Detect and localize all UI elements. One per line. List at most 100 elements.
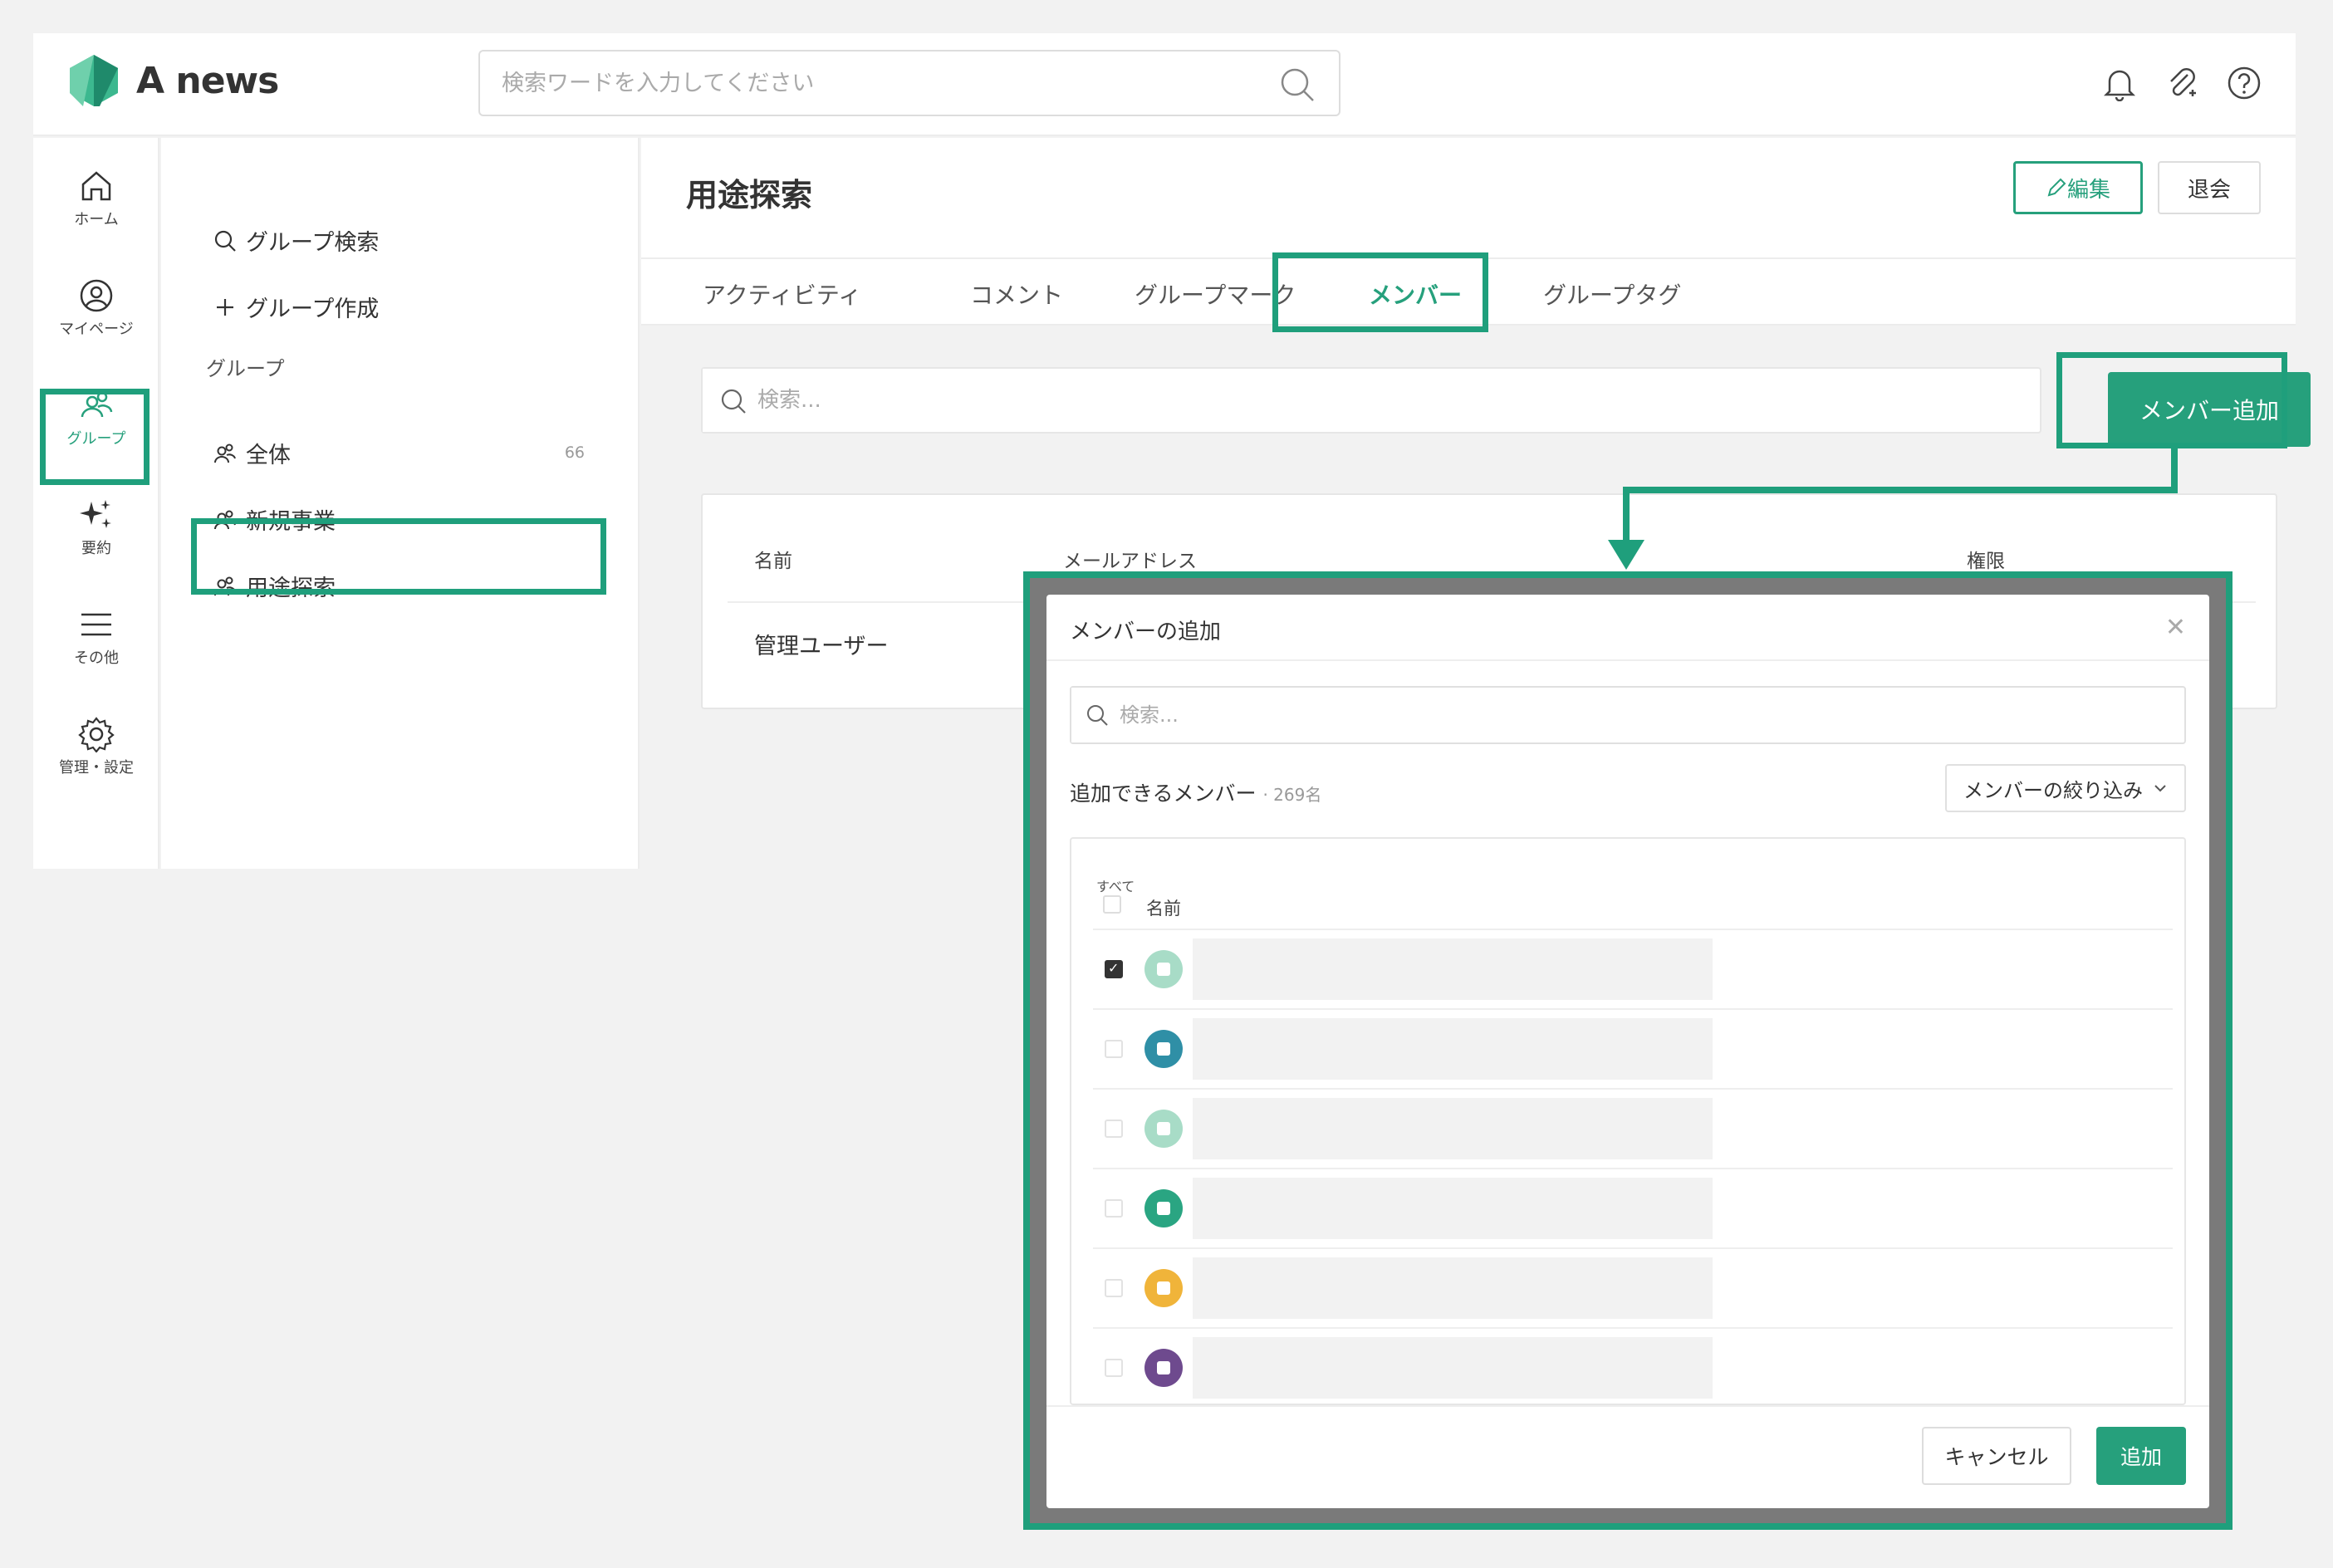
connector-line (1623, 487, 2178, 493)
group-create-link[interactable]: グループ作成 (213, 291, 379, 323)
group-icon (214, 443, 236, 463)
member-checkbox[interactable] (1105, 1199, 1123, 1218)
group-create-label: グループ作成 (246, 296, 380, 322)
list-item[interactable] (1093, 1008, 2173, 1088)
sidebar-group-label: 全体 (246, 443, 291, 468)
rail-label: マイページ (59, 321, 134, 338)
pencil-icon (2047, 178, 2066, 197)
modal-title: メンバーの追加 (1070, 620, 1222, 644)
column-header-email: メールアドレス (1063, 551, 1197, 572)
modal-search-input[interactable] (1071, 688, 2068, 742)
connector-line (2171, 448, 2178, 492)
plus-icon (217, 298, 233, 316)
sparkle-icon (80, 500, 111, 528)
member-name-placeholder (1193, 1178, 1713, 1239)
list-item[interactable] (1093, 1168, 2173, 1247)
modal-search (1070, 686, 2186, 744)
available-count: · 269名 (1262, 785, 1322, 805)
column-header-name: 名前 (754, 551, 792, 572)
user-circle-icon (80, 279, 113, 312)
member-checkbox[interactable] (1105, 960, 1123, 978)
member-name-placeholder (1193, 1098, 1713, 1159)
member-search (701, 367, 2041, 434)
add-button[interactable]: 追加 (2096, 1427, 2186, 1485)
connector-line (1623, 487, 1630, 545)
help-icon[interactable] (2226, 65, 2262, 105)
column-header-role: 権限 (1967, 551, 2005, 572)
member-name-placeholder (1193, 1018, 1713, 1080)
member-filter-dropdown[interactable]: メンバーの絞り込み (1945, 764, 2186, 812)
cancel-button[interactable]: キャンセル (1922, 1427, 2071, 1485)
sidebar-group-all[interactable]: 全体 (213, 437, 588, 469)
attachment-icon[interactable] (2164, 65, 2198, 105)
edit-label: 編集 (2066, 177, 2110, 203)
group-header: 用途探索 編集 退会 (641, 138, 2296, 257)
avatar (1144, 1030, 1183, 1068)
member-checkbox[interactable] (1105, 1279, 1123, 1297)
list-item[interactable] (1093, 1088, 2173, 1168)
bell-icon[interactable] (2103, 65, 2136, 105)
logo-icon (70, 55, 118, 106)
top-bar: A news (33, 33, 2296, 136)
chevron-down-icon (2154, 785, 2166, 792)
highlight-sidebar-group (191, 518, 606, 595)
rail-item-mypage[interactable]: マイページ (33, 262, 159, 354)
list-item[interactable] (1093, 929, 2173, 1008)
member-checkbox[interactable] (1105, 1359, 1123, 1377)
avatar (1144, 950, 1183, 988)
modal-divider (1046, 659, 2209, 661)
rail-item-other[interactable]: その他 (33, 591, 159, 683)
tab-comment[interactable]: コメント (970, 277, 1063, 311)
menu-icon (81, 613, 111, 636)
highlight-rail-group (40, 389, 149, 485)
member-checkbox[interactable] (1105, 1040, 1123, 1058)
member-search-input[interactable] (703, 369, 1865, 432)
search-icon (719, 387, 747, 419)
edit-button[interactable]: 編集 (2013, 161, 2143, 214)
member-list: すべて 名前 (1070, 837, 2186, 1405)
avatar (1144, 1349, 1183, 1387)
tab-group-tag[interactable]: グループタグ (1543, 277, 1681, 311)
avatar (1144, 1189, 1183, 1227)
group-search-label: グループ検索 (246, 230, 380, 256)
member-name: 管理ユーザー (754, 634, 889, 659)
member-name-placeholder (1193, 1257, 1713, 1319)
app-logo[interactable]: A news (66, 53, 279, 108)
list-item[interactable] (1093, 1327, 2173, 1404)
gear-icon (78, 717, 115, 752)
global-search-input[interactable] (480, 51, 1228, 115)
close-icon[interactable]: ✕ (2165, 613, 2186, 642)
list-item[interactable] (1093, 1247, 2173, 1327)
leave-button[interactable]: 退会 (2158, 161, 2261, 214)
group-search-link[interactable]: グループ検索 (213, 224, 379, 257)
tab-activity[interactable]: アクティビティ (703, 277, 861, 311)
avatar (1144, 1269, 1183, 1307)
nav-rail: ホーム マイページ グループ 要約 その他 管理・設定 (33, 138, 159, 869)
app-name: A news (136, 59, 279, 102)
global-search (478, 50, 1340, 116)
rail-item-summary[interactable]: 要約 (33, 482, 159, 573)
member-checkbox[interactable] (1105, 1120, 1123, 1138)
available-members-label: 追加できるメンバー · 269名 (1070, 777, 1321, 807)
name-column-header: 名前 (1146, 899, 1181, 919)
available-label: 追加できるメンバー (1070, 782, 1257, 806)
highlight-add-member (2056, 352, 2287, 448)
highlight-members-tab (1272, 252, 1488, 332)
member-name-placeholder (1193, 1337, 1713, 1399)
rail-item-home[interactable]: ホーム (33, 153, 159, 244)
top-icons (2103, 65, 2262, 105)
search-icon[interactable] (1279, 66, 1316, 106)
member-name-placeholder (1193, 938, 1713, 1000)
arrow-down-icon (1608, 540, 1644, 570)
group-sidebar: グループ検索 グループ作成 グループ 全体 66 新規事業 用途探索 (161, 138, 640, 869)
rail-label: 管理・設定 (59, 759, 134, 777)
add-member-modal: メンバーの追加 ✕ 追加できるメンバー · 269名 メンバーの絞り込み すべて… (1046, 595, 2209, 1508)
modal-footer-divider (1046, 1405, 2209, 1407)
page-title: 用途探索 (686, 177, 813, 213)
home-icon (81, 171, 111, 201)
search-icon (214, 230, 236, 252)
filter-label: メンバーの絞り込み (1963, 778, 2143, 802)
select-all-checkbox[interactable] (1103, 895, 1121, 914)
select-all-label: すべて (1096, 879, 1135, 894)
rail-item-settings[interactable]: 管理・設定 (33, 701, 159, 792)
